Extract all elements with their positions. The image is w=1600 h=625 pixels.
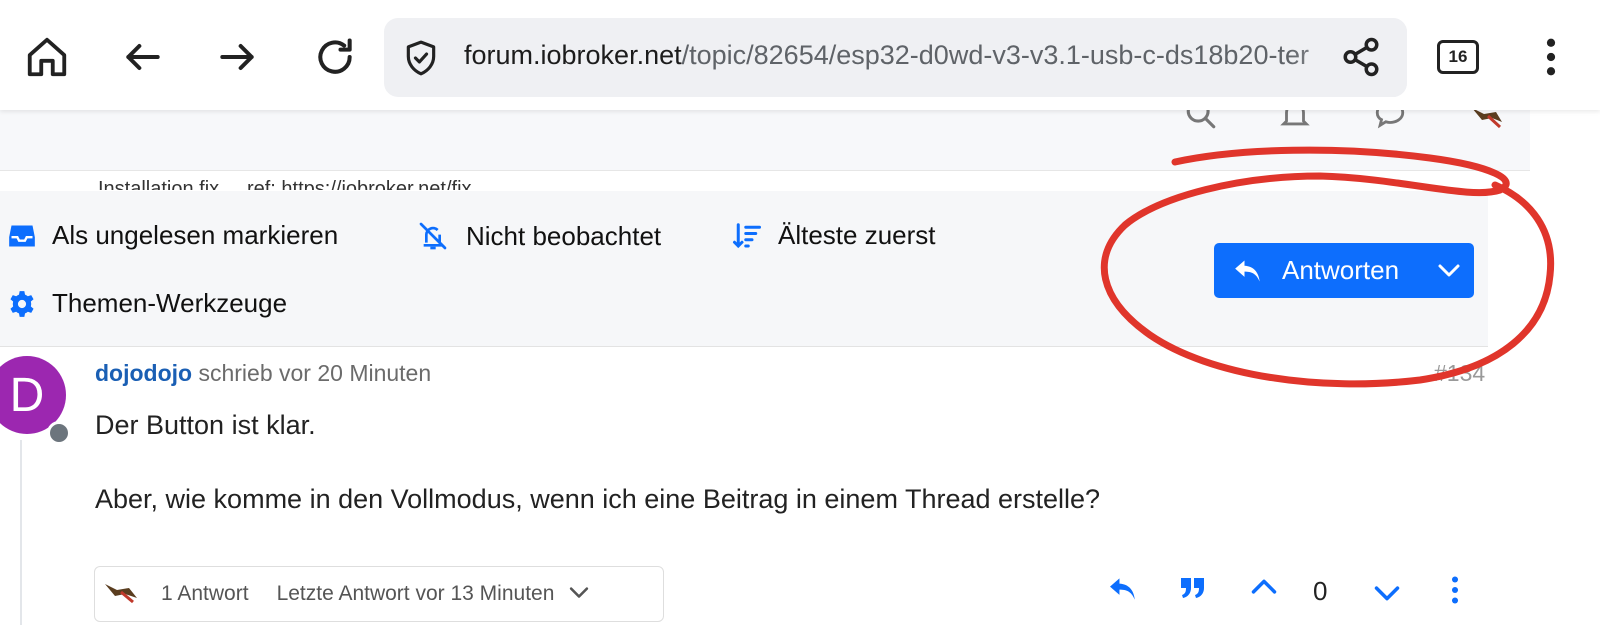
post-meta: dojodojo schrieb vor 20 Minuten [95, 360, 431, 387]
shield-icon[interactable] [402, 38, 440, 83]
post-more-icon[interactable] [1450, 576, 1460, 609]
last-reply-time: Letzte Antwort vor 13 Minuten [276, 582, 555, 605]
mark-unread-button[interactable]: Als ungelesen markieren [8, 220, 338, 251]
reply-label: Antworten [1282, 255, 1400, 285]
author-link[interactable]: dojodojo [95, 360, 192, 386]
post-index[interactable]: #134 [1434, 360, 1485, 387]
back-arrow-icon[interactable] [116, 30, 170, 84]
reply-button-group: Antworten [1214, 243, 1474, 298]
url-bar[interactable]: forum.iobroker.net/topic/82654/esp32-d0w… [384, 18, 1407, 97]
url-text[interactable]: forum.iobroker.net/topic/82654/esp32-d0w… [464, 40, 1317, 71]
thread-line [20, 440, 22, 625]
reply-user-avatar [103, 578, 139, 610]
sort-button[interactable]: Älteste zuerst [732, 220, 936, 251]
upvote-icon[interactable] [1250, 576, 1278, 601]
chevron-down-icon[interactable] [1423, 243, 1474, 298]
gear-icon [10, 290, 34, 317]
quote-icon[interactable] [1180, 576, 1206, 605]
reply-icon[interactable] [1108, 576, 1138, 607]
status-indicator [47, 421, 71, 445]
bell-slash-icon [419, 222, 447, 250]
post-text-line-1: Der Button ist klar. [95, 410, 316, 440]
post-text-line-2: Aber, wie komme in den Vollmodus, wenn i… [95, 484, 1101, 514]
vote-count: 0 [1313, 576, 1328, 606]
reload-icon[interactable] [308, 30, 362, 84]
chevron-down-icon [568, 582, 590, 606]
home-icon[interactable] [20, 30, 74, 84]
post-timestamp[interactable]: schrieb vor 20 Minuten [198, 360, 431, 386]
reply-button[interactable]: Antworten [1214, 243, 1423, 298]
forward-arrow-icon[interactable] [210, 30, 264, 84]
share-icon[interactable] [1334, 30, 1388, 84]
url-host: forum.iobroker.net [464, 40, 682, 70]
downvote-icon[interactable] [1373, 584, 1401, 609]
tabs-icon[interactable]: 16 [1437, 40, 1479, 74]
reply-count: 1 Antwort [161, 582, 249, 605]
sort-icon [733, 222, 761, 248]
watch-state-label: Nicht beobachtet [466, 220, 662, 251]
topic-tools-label: Themen-Werkzeuge [52, 288, 288, 318]
sort-label: Älteste zuerst [778, 220, 936, 250]
url-path: /topic/82654/esp32-d0wd-v3-v3.1-usb-c-ds… [681, 40, 1309, 70]
watch-state-button[interactable]: Nicht beobachtet [416, 220, 661, 252]
browser-toolbar: forum.iobroker.net/topic/82654/esp32-d0w… [0, 0, 1600, 110]
mark-unread-label: Als ungelesen markieren [52, 220, 339, 250]
topic-tools-button[interactable]: Themen-Werkzeuge [8, 288, 287, 319]
more-vert-icon[interactable] [1524, 30, 1578, 84]
breadcrumb-hint: Installation fix ... ref: https://iobrok… [98, 178, 494, 190]
replies-summary[interactable]: 1 Antwort Letzte Antwort vor 13 Minuten [94, 566, 664, 622]
reply-icon [1235, 260, 1260, 281]
inbox-icon [9, 225, 35, 246]
